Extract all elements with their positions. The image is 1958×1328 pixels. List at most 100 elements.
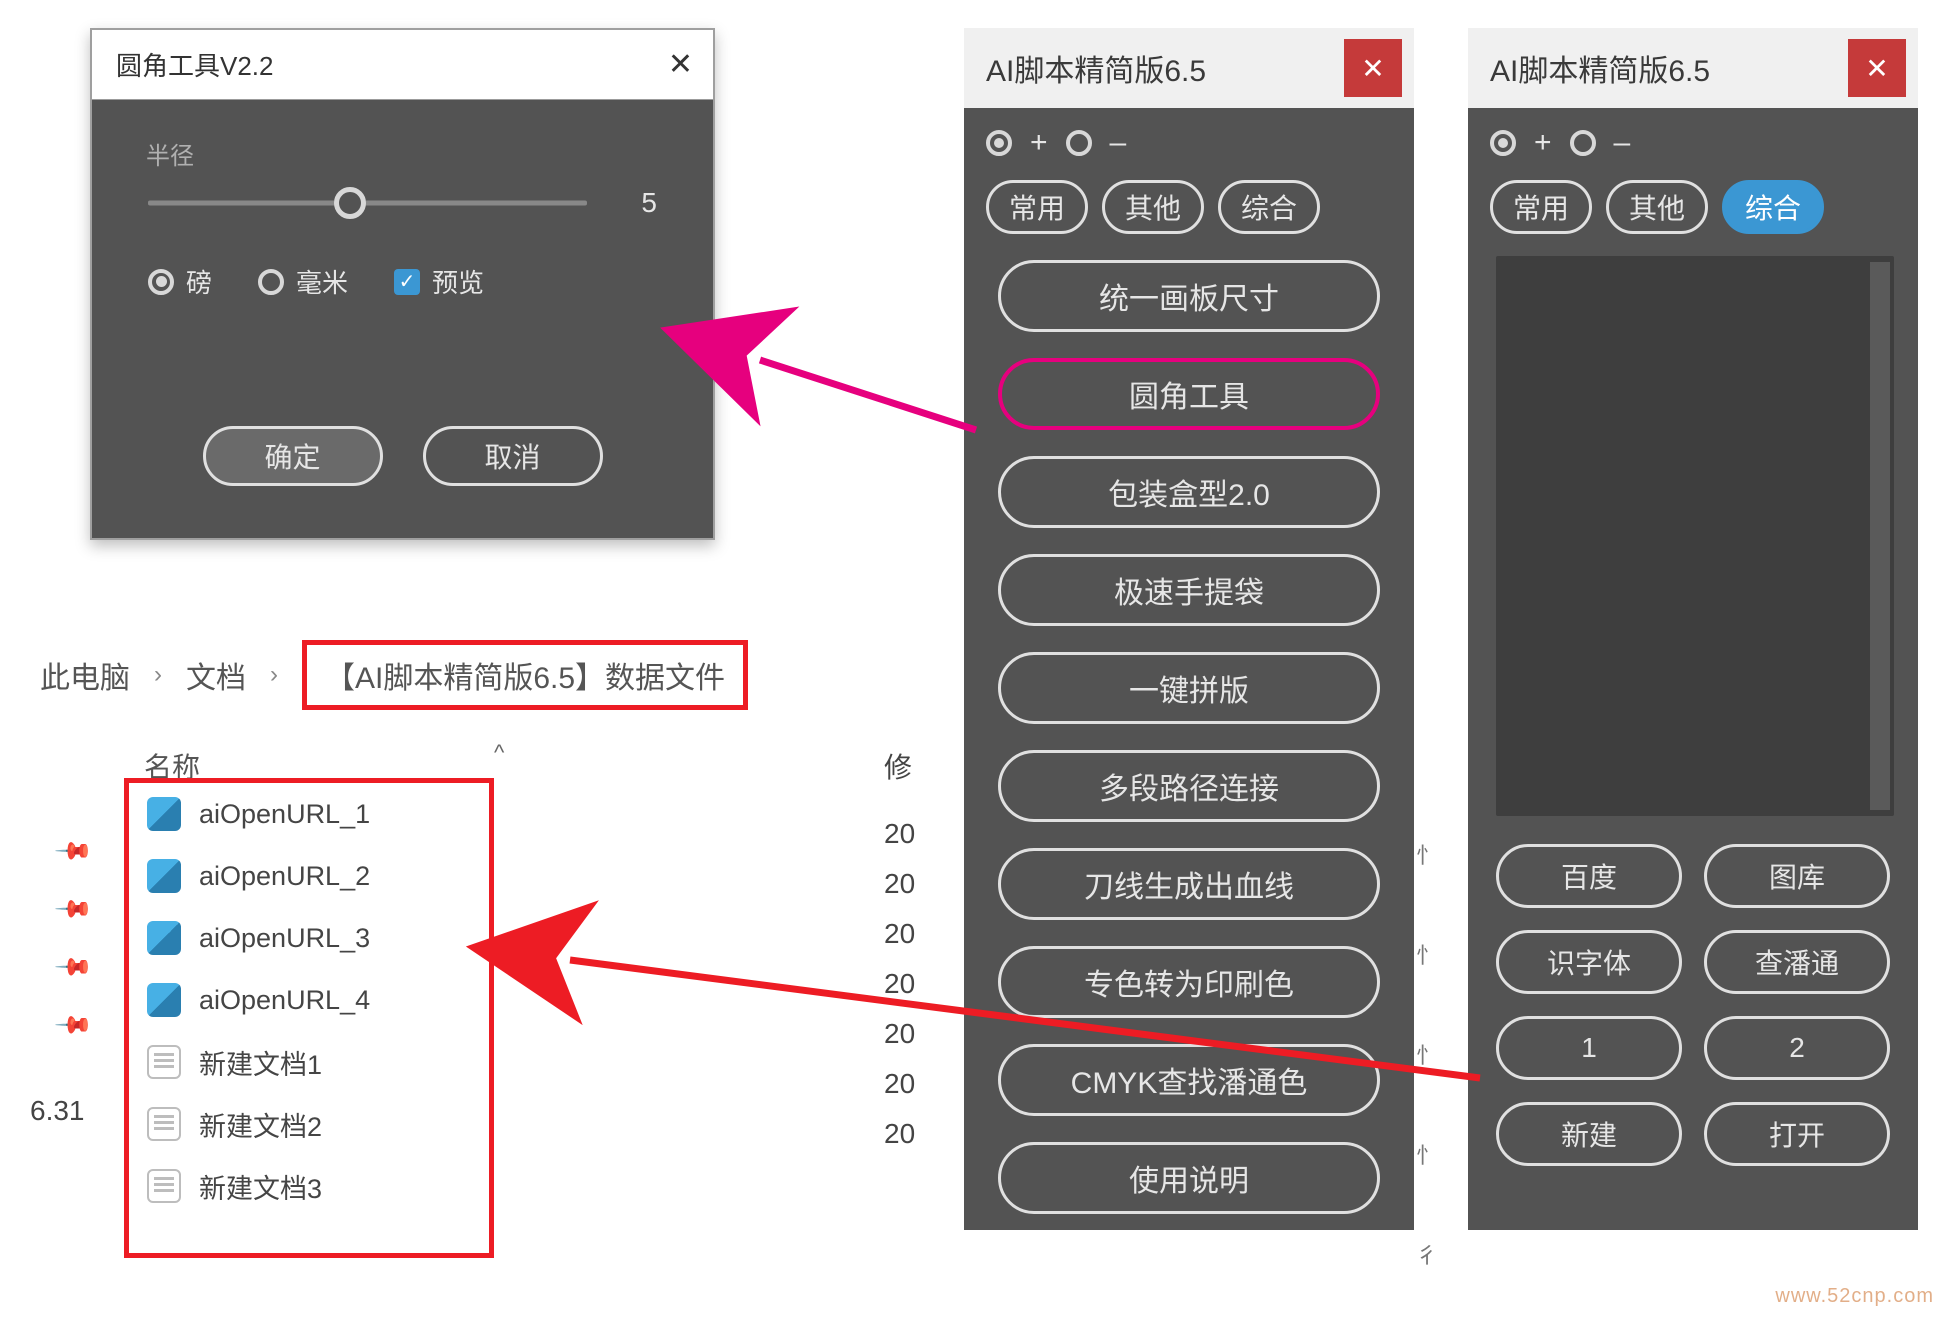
file-row[interactable]: aiOpenURL_4 xyxy=(129,969,489,1031)
tab-other[interactable]: 其他 xyxy=(1102,180,1204,234)
quick-pins: 📌 📌 📌 📌 xyxy=(60,836,86,1036)
action-unify-artboard[interactable]: 统一画板尺寸 xyxy=(998,260,1380,332)
doc-icon xyxy=(147,1169,181,1203)
tab-composite[interactable]: 综合 xyxy=(1218,180,1320,234)
panel-title: AI脚本精简版6.5 xyxy=(1490,46,1710,90)
quick-open[interactable]: 打开 xyxy=(1704,1102,1890,1166)
empty-list[interactable] xyxy=(1496,256,1894,816)
breadcrumb: 此电脑 › 文档 › 【AI脚本精简版6.5】数据文件 xyxy=(40,640,748,710)
radius-slider-row: 5 xyxy=(122,173,683,237)
panel-titlebar: AI脚本精简版6.5 ✕ xyxy=(964,28,1414,108)
action-cutline-bleed[interactable]: 刀线生成出血线 xyxy=(998,848,1380,920)
action-box-type[interactable]: 包装盒型2.0 xyxy=(998,456,1380,528)
action-cmyk-pantone[interactable]: CMYK查找潘通色 xyxy=(998,1044,1380,1116)
radius-slider[interactable] xyxy=(148,183,587,223)
action-list: 统一画板尺寸 圆角工具 包装盒型2.0 极速手提袋 一键拼版 多段路径连接 刀线… xyxy=(964,250,1414,1224)
preview-label: 预览 xyxy=(432,263,484,300)
url-icon xyxy=(147,921,181,955)
pin-icon: 📌 xyxy=(55,1005,92,1042)
file-row[interactable]: 新建文档2 xyxy=(129,1093,489,1155)
action-instructions[interactable]: 使用说明 xyxy=(998,1142,1380,1214)
pin-icon: 📌 xyxy=(55,947,92,984)
script-panel-b: AI脚本精简版6.5 ✕ + – 常用 其他 综合 百度 图库 识字体 查潘通 … xyxy=(1468,28,1918,1230)
chevron-right-icon: › xyxy=(154,661,162,689)
slider-track xyxy=(148,201,587,206)
dialog-title: 圆角工具V2.2 xyxy=(116,46,274,83)
char: 彳 xyxy=(1416,1238,1438,1270)
sort-caret-icon[interactable]: ^ xyxy=(494,740,504,766)
column-header-mod[interactable]: 修 xyxy=(884,746,912,786)
mode-minus-radio[interactable] xyxy=(1066,130,1092,156)
tab-other[interactable]: 其他 xyxy=(1606,180,1708,234)
unit-bang-radio[interactable]: 磅 xyxy=(148,263,212,300)
quick-pantone[interactable]: 查潘通 xyxy=(1704,930,1890,994)
file-name: aiOpenURL_4 xyxy=(199,985,370,1016)
mode-plus-radio[interactable] xyxy=(1490,130,1516,156)
plus-label: + xyxy=(1534,126,1552,160)
url-icon xyxy=(147,797,181,831)
file-name: aiOpenURL_2 xyxy=(199,861,370,892)
plus-label: + xyxy=(1030,126,1048,160)
mod-value: 20 xyxy=(884,1018,915,1050)
action-spot-to-process[interactable]: 专色转为印刷色 xyxy=(998,946,1380,1018)
crumb-docs[interactable]: 文档 xyxy=(186,653,246,697)
quick-baidu[interactable]: 百度 xyxy=(1496,844,1682,908)
action-path-connect[interactable]: 多段路径连接 xyxy=(998,750,1380,822)
quick-1[interactable]: 1 xyxy=(1496,1016,1682,1080)
doc-icon xyxy=(147,1107,181,1141)
url-icon xyxy=(147,859,181,893)
quick-new[interactable]: 新建 xyxy=(1496,1102,1682,1166)
radius-label: 半径 xyxy=(146,136,683,171)
close-icon[interactable]: ✕ xyxy=(1344,39,1402,97)
cropped-text: 忄 忄 忄 忄 彳 xyxy=(1416,838,1438,1270)
sidebar-text: 6.31 xyxy=(30,1095,85,1127)
preview-checkbox[interactable]: ✓ 预览 xyxy=(394,263,484,300)
quick-2[interactable]: 2 xyxy=(1704,1016,1890,1080)
file-row[interactable]: aiOpenURL_1 xyxy=(129,783,489,845)
mod-value: 20 xyxy=(884,968,915,1000)
mode-row: + – xyxy=(964,108,1414,170)
action-round-corner[interactable]: 圆角工具 xyxy=(998,358,1380,430)
mode-plus-radio[interactable] xyxy=(986,130,1012,156)
tab-row: 常用 其他 综合 xyxy=(1468,170,1918,250)
unit-mm-radio[interactable]: 毫米 xyxy=(258,263,348,300)
ok-button[interactable]: 确定 xyxy=(203,426,383,486)
mod-value: 20 xyxy=(884,1068,915,1100)
file-row[interactable]: aiOpenURL_2 xyxy=(129,845,489,907)
unit-mm-label: 毫米 xyxy=(296,263,348,300)
mode-row: + – xyxy=(1468,108,1918,170)
close-icon[interactable]: ✕ xyxy=(668,47,693,82)
char: 忄 xyxy=(1416,1138,1438,1170)
minus-label: – xyxy=(1614,126,1631,160)
mod-column: 20 20 20 20 20 20 20 xyxy=(884,818,915,1150)
cancel-button[interactable]: 取消 xyxy=(423,426,603,486)
tab-composite[interactable]: 综合 xyxy=(1722,180,1824,234)
file-row[interactable]: 新建文档1 xyxy=(129,1031,489,1093)
action-fast-bag[interactable]: 极速手提袋 xyxy=(998,554,1380,626)
file-row[interactable]: 新建文档3 xyxy=(129,1155,489,1217)
pin-icon: 📌 xyxy=(55,831,92,868)
pin-icon: 📌 xyxy=(55,889,92,926)
mode-minus-radio[interactable] xyxy=(1570,130,1596,156)
minus-label: – xyxy=(1110,126,1127,160)
tab-common[interactable]: 常用 xyxy=(986,180,1088,234)
quick-font[interactable]: 识字体 xyxy=(1496,930,1682,994)
radius-value: 5 xyxy=(617,187,657,219)
panel-title: AI脚本精简版6.5 xyxy=(986,46,1206,90)
crumb-pc[interactable]: 此电脑 xyxy=(40,653,130,697)
url-icon xyxy=(147,983,181,1017)
close-icon[interactable]: ✕ xyxy=(1848,39,1906,97)
mod-value: 20 xyxy=(884,1118,915,1150)
char: 忄 xyxy=(1416,838,1438,870)
script-panel-a: AI脚本精简版6.5 ✕ + – 常用 其他 综合 统一画板尺寸 圆角工具 包装… xyxy=(964,28,1414,1230)
dialog-body: 半径 5 磅 毫米 ✓ 预览 确定 取消 xyxy=(92,100,713,538)
crumb-current[interactable]: 【AI脚本精简版6.5】数据文件 xyxy=(302,640,748,710)
quick-tuku[interactable]: 图库 xyxy=(1704,844,1890,908)
slider-thumb[interactable] xyxy=(334,187,366,219)
tab-common[interactable]: 常用 xyxy=(1490,180,1592,234)
file-row[interactable]: aiOpenURL_3 xyxy=(129,907,489,969)
dialog-titlebar: 圆角工具V2.2 ✕ xyxy=(92,30,713,100)
action-one-click-layout[interactable]: 一键拼版 xyxy=(998,652,1380,724)
quick-grid: 百度 图库 识字体 查潘通 1 2 新建 打开 xyxy=(1468,838,1918,1194)
file-name: aiOpenURL_3 xyxy=(199,923,370,954)
